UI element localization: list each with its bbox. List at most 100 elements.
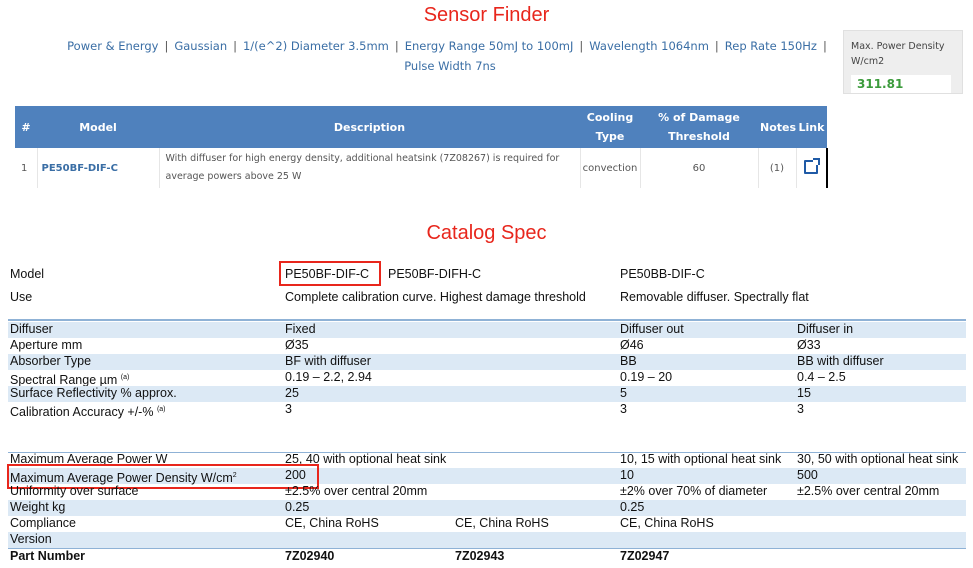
spec-value: CE, China RoHS — [455, 516, 549, 530]
spec-row: Uniformity over surface ±2.5% over centr… — [8, 484, 966, 500]
catalog-model: PE50BB-DIF-C — [620, 267, 705, 281]
spec-value: 0.19 – 20 — [620, 370, 673, 384]
row-cooling: convection — [580, 148, 641, 188]
spec-row: Absorber Type BF with diffuser BB BB wit… — [8, 354, 966, 370]
spec-value: 3 — [620, 402, 627, 416]
results-table: # Model Description Cooling Type % of Da… — [15, 106, 828, 188]
spec-value: CE, China RoHS — [620, 516, 714, 530]
spec-label: Calibration Accuracy +/-% (a) — [10, 405, 166, 420]
spec-value: 500 — [797, 468, 818, 482]
spec-label: Surface Reflectivity % approx. — [10, 386, 177, 400]
spec-value: Fixed — [285, 322, 316, 336]
spec-value: 0.19 – 2.2, 2.94 — [285, 370, 372, 384]
spec-value: 5 — [620, 386, 627, 400]
highlight-box — [279, 261, 381, 286]
use-text: Removable diffuser. Spectrally flat — [620, 290, 809, 304]
filter-tag[interactable]: Gaussian — [174, 39, 227, 53]
col-header-link: Link — [796, 106, 827, 148]
col-header-num: # — [15, 106, 37, 148]
model-link[interactable]: PE50BF-DIF-C — [37, 148, 160, 188]
spec-row: Compliance CE, China RoHS CE, China RoHS… — [8, 516, 966, 532]
max-power-density-box: Max. Power Density W/cm2 311.81 — [843, 30, 963, 94]
spec-value: 10, 15 with optional heat sink — [620, 452, 782, 466]
spec-value: 0.25 — [285, 500, 310, 514]
spec-label: Version — [10, 532, 52, 546]
col-header-damage[interactable]: % of Damage Threshold — [640, 106, 758, 148]
spec-value: 0.4 – 2.5 — [797, 370, 846, 384]
spec-row: Version — [8, 532, 966, 548]
filter-tag[interactable]: Energy Range 50mJ to 100mJ — [405, 39, 574, 53]
spec-label: Aperture mm — [10, 338, 83, 352]
use-label: Use — [10, 290, 33, 304]
catalog-model: PE50BF-DIFH-C — [388, 267, 482, 281]
separator: | — [822, 39, 827, 53]
spec-value: ±2.5% over central 20mm — [285, 484, 428, 498]
part-number-label: Part Number — [10, 549, 86, 563]
filter-tag[interactable]: Power & Energy — [67, 39, 158, 53]
separator: | — [233, 39, 237, 53]
col-header-notes: Notes — [758, 106, 796, 148]
spec-value: 3 — [797, 402, 804, 416]
row-notes[interactable]: (1) — [758, 148, 797, 188]
spec-value: Ø35 — [285, 338, 309, 352]
part-number: 7Z02943 — [455, 549, 505, 563]
row-damage: 60 — [640, 148, 759, 188]
col-header-cooling[interactable]: Cooling Type — [580, 106, 640, 148]
row-number: 1 — [15, 148, 38, 188]
external-link-icon[interactable] — [804, 157, 821, 174]
spec-label: Absorber Type — [10, 354, 92, 368]
spec-row: Weight kg 0.25 0.25 — [8, 500, 966, 516]
part-number: 7Z02940 — [285, 549, 335, 563]
use-text: Complete calibration curve. Highest dama… — [285, 290, 586, 304]
filter-tag[interactable]: Pulse Width 7ns — [404, 59, 496, 73]
divider — [8, 319, 966, 321]
spec-row: Calibration Accuracy +/-% (a) 3 3 3 — [8, 402, 966, 420]
max-power-density-label: Max. Power Density W/cm2 — [851, 41, 945, 67]
catalog-spec-title: Catalog Spec — [426, 222, 547, 244]
spec-value: 3 — [285, 402, 292, 416]
spec-value: Ø33 — [797, 338, 821, 352]
spec-value: BB — [620, 354, 637, 368]
filter-breadcrumb: Power & Energy | Gaussian | 1/(e^2) Diameter… — [60, 36, 840, 76]
separator: | — [714, 39, 719, 53]
spec-label: Weight kg — [10, 500, 66, 514]
footnote-marker: (a) — [120, 374, 130, 381]
spec-value: 0.25 — [620, 500, 645, 514]
model-label: Model — [10, 267, 45, 281]
filter-tag[interactable]: 1/(e^2) Diameter 3.5mm — [243, 39, 389, 53]
separator: | — [579, 39, 584, 53]
spec-value: 10 — [620, 468, 634, 482]
spec-value: Diffuser out — [620, 322, 684, 336]
spec-value: CE, China RoHS — [285, 516, 379, 530]
part-number: 7Z02947 — [620, 549, 670, 563]
spec-value: ±2.5% over central 20mm — [797, 484, 940, 498]
footnote-marker: (a) — [156, 406, 166, 413]
spec-row: Surface Reflectivity % approx. 25 5 15 — [8, 386, 966, 402]
catalog-spec-sheet: Model PE50BF-DIF-C PE50BF-DIFH-C PE50BB-… — [0, 258, 973, 568]
table-header-row: # Model Description Cooling Type % of Da… — [15, 106, 827, 148]
spec-row: Spectral Range µm (a) 0.19 – 2.2, 2.94 0… — [8, 370, 966, 387]
spec-value: ±2% over 70% of diameter — [620, 484, 768, 498]
spec-value: BF with diffuser — [285, 354, 371, 368]
filter-tag[interactable]: Wavelength 1064nm — [589, 39, 709, 53]
separator: | — [164, 39, 169, 53]
spec-label: Compliance — [10, 516, 77, 530]
spec-value: 25 — [285, 386, 299, 400]
spec-value: 15 — [797, 386, 811, 400]
table-row: 1 PE50BF-DIF-C With diffuser for high en… — [15, 148, 828, 188]
filter-tag[interactable]: Rep Rate 150Hz — [725, 39, 817, 53]
spec-label: Diffuser — [10, 322, 53, 336]
col-header-model[interactable]: Model — [37, 106, 159, 148]
spec-row: Aperture mm Ø35 Ø46 Ø33 — [8, 338, 966, 354]
spec-label: Uniformity over surface — [10, 484, 139, 498]
separator: | — [394, 39, 399, 53]
row-link[interactable] — [796, 148, 828, 188]
spec-value: Diffuser in — [797, 322, 854, 336]
row-description: With diffuser for high energy density, a… — [159, 148, 581, 188]
spec-value: BB with diffuser — [797, 354, 884, 368]
max-power-density-value: 311.81 — [851, 75, 951, 93]
col-header-description: Description — [159, 106, 580, 148]
part-number-row: Part Number 7Z02940 7Z02943 7Z02947 — [8, 548, 966, 565]
sensor-finder-title: Sensor Finder — [423, 4, 550, 26]
spec-value: 30, 50 with optional heat sink — [797, 452, 959, 466]
